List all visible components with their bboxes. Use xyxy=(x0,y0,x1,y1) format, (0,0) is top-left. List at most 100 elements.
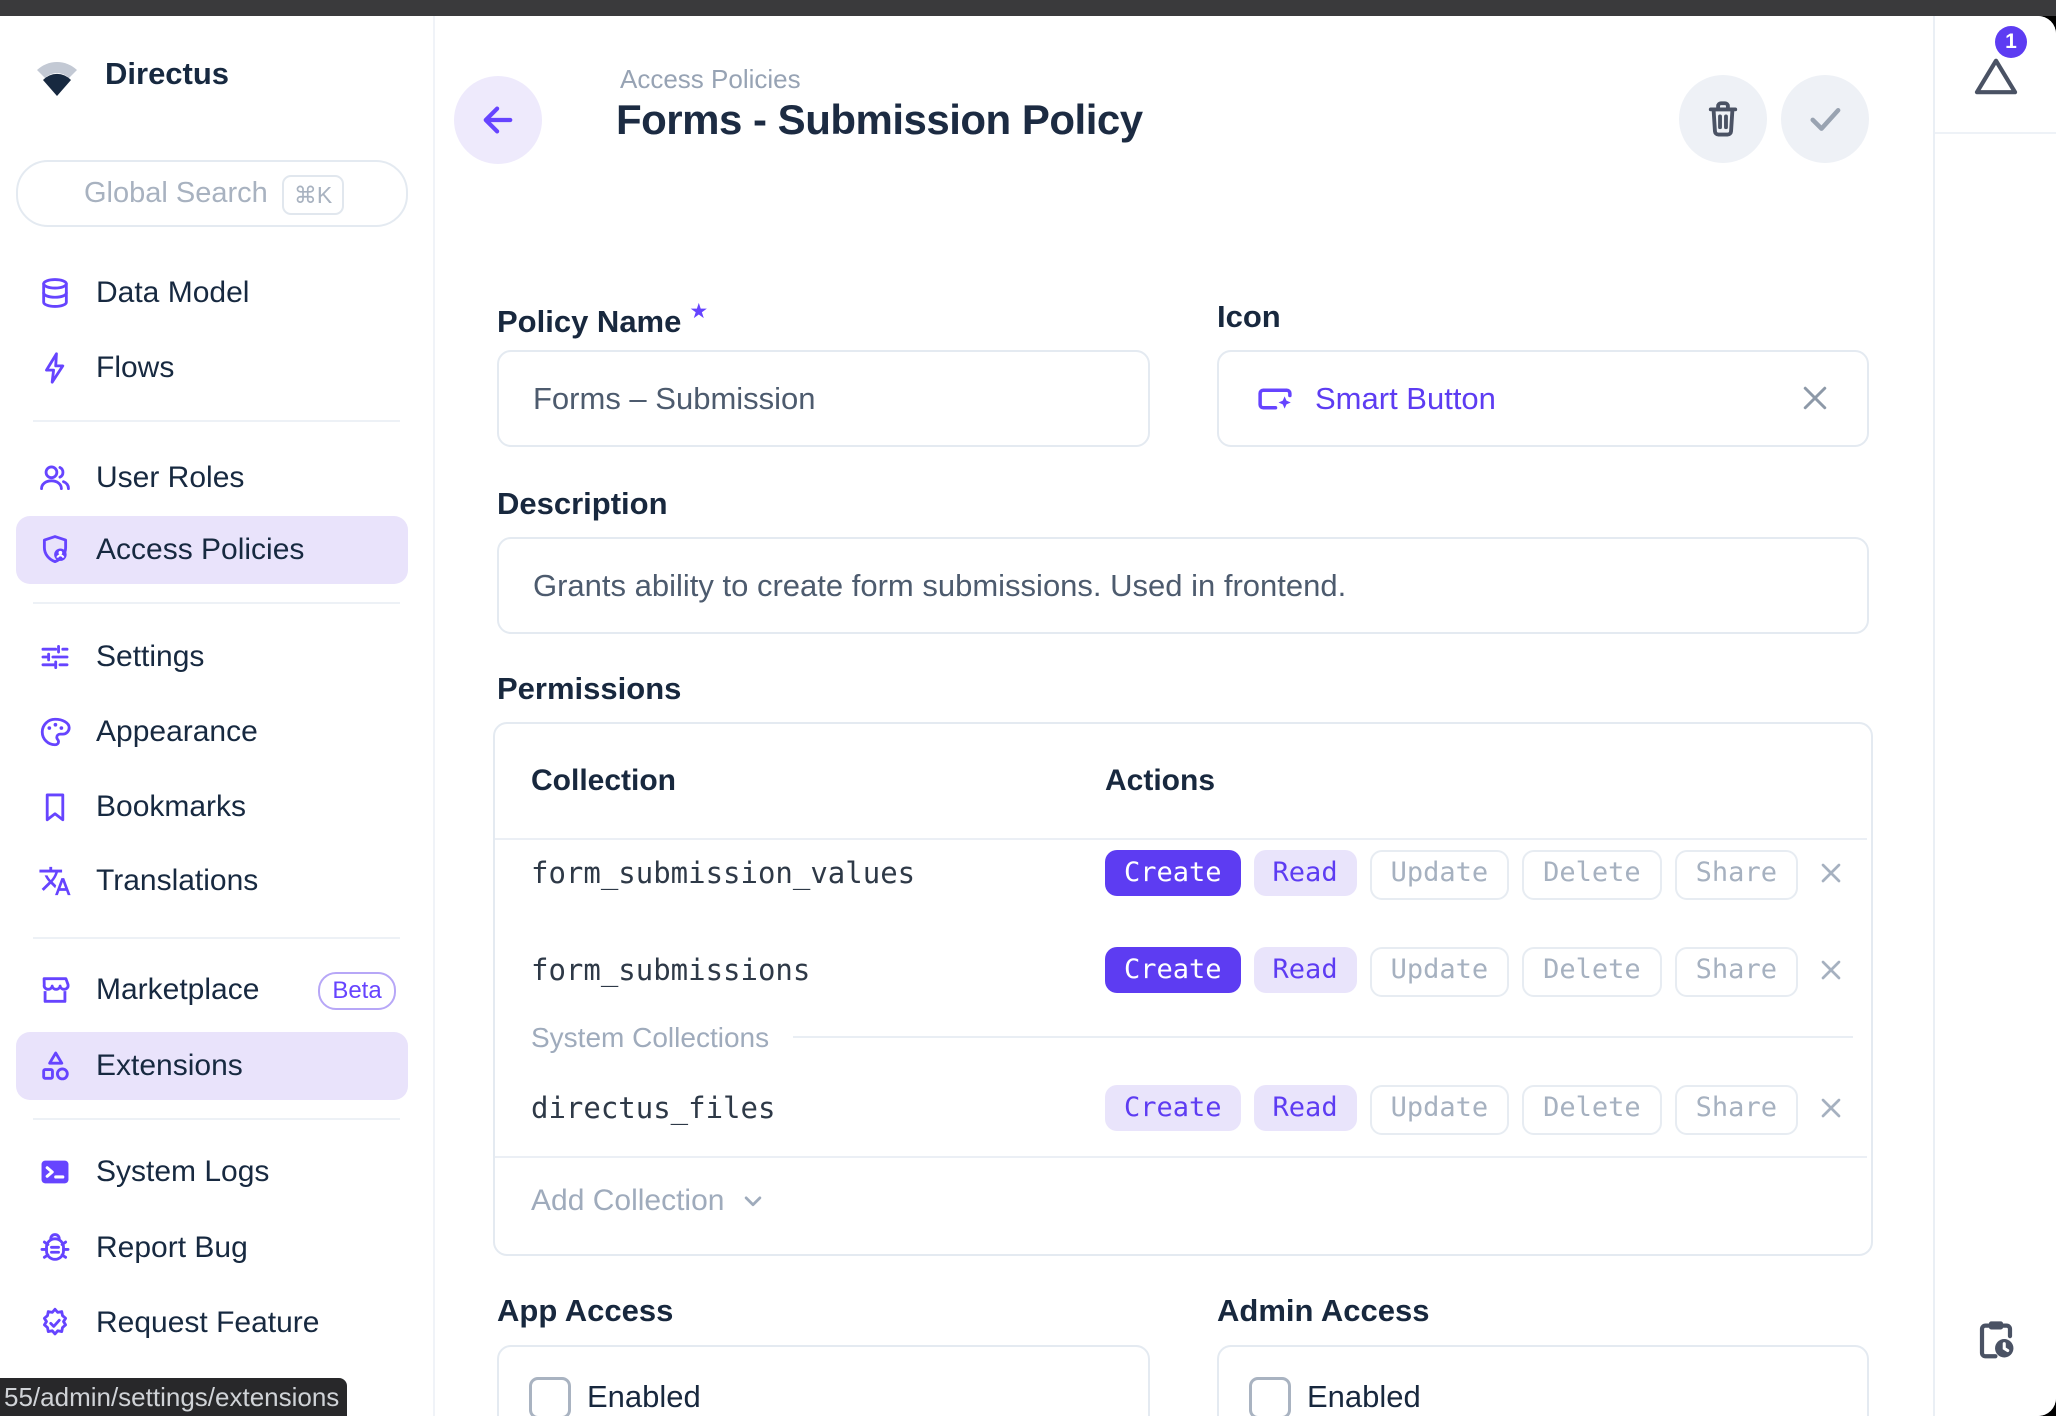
sidebar-item-label: Translations xyxy=(96,847,258,915)
sidebar-item-extensions[interactable]: Extensions xyxy=(16,1032,408,1100)
sidebar-item-system-logs[interactable]: System Logs xyxy=(16,1138,408,1206)
sidebar-item-appearance[interactable]: Appearance xyxy=(16,698,408,766)
sidebar-divider xyxy=(33,937,400,939)
sidebar-item-marketplace[interactable]: Marketplace Beta xyxy=(16,956,408,1024)
action-pill-share[interactable]: Share xyxy=(1675,1085,1798,1135)
sidebar-item-report-bug[interactable]: Report Bug xyxy=(16,1214,408,1282)
search-placeholder: Global Search xyxy=(84,177,268,210)
search-shortcut-badge: ⌘K xyxy=(282,175,344,215)
sidebar-item-data-model[interactable]: Data Model xyxy=(16,259,408,327)
add-collection-button[interactable]: Add Collection xyxy=(531,1184,768,1218)
admin-access-enabled-checkbox[interactable] xyxy=(1249,1377,1291,1416)
sidebar-item-label: Bookmarks xyxy=(96,773,246,841)
action-pill-delete[interactable]: Delete xyxy=(1522,1085,1662,1135)
database-icon xyxy=(38,276,72,310)
column-header-actions: Actions xyxy=(1105,764,1215,798)
sidebar-item-label: Request Feature xyxy=(96,1289,319,1357)
page-title: Forms - Submission Policy xyxy=(616,96,1143,144)
notification-count-badge: 1 xyxy=(1995,26,2027,58)
sidebar-item-translations[interactable]: Translations xyxy=(16,847,408,915)
action-pill-share[interactable]: Share xyxy=(1675,850,1798,900)
sidebar-item-settings[interactable]: Settings xyxy=(16,623,408,691)
sidebar-divider xyxy=(33,602,400,604)
bug-icon xyxy=(38,1231,72,1265)
sidebar-divider xyxy=(33,1118,400,1120)
action-pill-update[interactable]: Update xyxy=(1370,850,1510,900)
action-pill-update[interactable]: Update xyxy=(1370,947,1510,997)
sidebar-item-flows[interactable]: Flows xyxy=(16,334,408,402)
app-access-label: App Access xyxy=(497,1293,673,1329)
clear-icon-button[interactable] xyxy=(1797,380,1833,416)
sidebar-item-label: Report Bug xyxy=(96,1214,248,1282)
collection-name: form_submission_values xyxy=(531,856,915,890)
table-row-actions: Create Read Update Delete Share xyxy=(1105,850,1798,900)
icon-label: Icon xyxy=(1217,299,1281,335)
sidebar-item-label: Data Model xyxy=(96,259,249,327)
shapes-icon xyxy=(38,1049,72,1083)
sidebar-item-label: Settings xyxy=(96,623,204,691)
column-header-collection: Collection xyxy=(531,764,676,798)
notifications-button[interactable] xyxy=(1973,56,2019,96)
delete-policy-button[interactable] xyxy=(1679,75,1767,163)
right-rail: 1 xyxy=(1933,16,2056,1416)
app-window: Directus Global Search ⌘K Data Model Flo… xyxy=(0,16,2056,1416)
action-pill-create[interactable]: Create xyxy=(1105,850,1241,896)
palette-icon xyxy=(38,715,72,749)
permissions-table: Collection Actions form_submission_value… xyxy=(493,722,1873,1256)
sidebar-divider xyxy=(33,420,400,422)
window-top-strip xyxy=(0,0,2056,16)
action-pill-create[interactable]: Create xyxy=(1105,1085,1241,1131)
clipboard-clock-button[interactable] xyxy=(1973,1317,2019,1363)
terminal-icon xyxy=(38,1155,72,1189)
collection-name: directus_files xyxy=(531,1091,775,1125)
policy-name-input[interactable]: Forms – Submission xyxy=(497,350,1150,447)
permissions-label: Permissions xyxy=(497,671,681,707)
required-star-icon: ★ xyxy=(689,300,708,323)
sidebar-item-bookmarks[interactable]: Bookmarks xyxy=(16,773,408,841)
icon-input[interactable]: Smart Button xyxy=(1217,350,1869,447)
action-pill-share[interactable]: Share xyxy=(1675,947,1798,997)
app-name: Directus xyxy=(105,56,229,92)
directus-app: Directus Global Search ⌘K Data Model Flo… xyxy=(0,0,2056,1416)
sidebar: Directus Global Search ⌘K Data Model Flo… xyxy=(0,16,435,1416)
translate-icon xyxy=(38,864,72,898)
sidebar-item-user-roles[interactable]: User Roles xyxy=(16,444,408,512)
table-divider xyxy=(495,1156,1867,1158)
global-search-input[interactable]: Global Search ⌘K xyxy=(16,160,408,227)
system-collections-divider-label: System Collections xyxy=(531,1022,769,1054)
save-button[interactable] xyxy=(1781,75,1869,163)
sidebar-item-label: Flows xyxy=(96,334,174,402)
table-row-actions: Create Read Update Delete Share xyxy=(1105,947,1798,997)
action-pill-delete[interactable]: Delete xyxy=(1522,850,1662,900)
table-divider xyxy=(495,838,1867,840)
system-collections-divider-line xyxy=(793,1036,1853,1038)
app-access-enabled-checkbox[interactable] xyxy=(529,1377,571,1416)
verified-badge-icon xyxy=(38,1306,72,1340)
remove-row-icon[interactable] xyxy=(1815,954,1847,986)
sidebar-item-label: System Logs xyxy=(96,1138,269,1206)
back-button[interactable] xyxy=(454,76,542,164)
right-rail-top-section: 1 xyxy=(1935,16,2056,134)
sidebar-item-label: Appearance xyxy=(96,698,258,766)
breadcrumb[interactable]: Access Policies xyxy=(620,64,801,95)
admin-access-box: Enabled xyxy=(1217,1345,1869,1416)
admin-access-enabled-label: Enabled xyxy=(1307,1377,1421,1416)
action-pill-delete[interactable]: Delete xyxy=(1522,947,1662,997)
policy-name-label: Policy Name★ xyxy=(497,299,708,340)
action-pill-update[interactable]: Update xyxy=(1370,1085,1510,1135)
action-pill-read[interactable]: Read xyxy=(1254,850,1357,896)
action-pill-read[interactable]: Read xyxy=(1254,1085,1357,1131)
action-pill-read[interactable]: Read xyxy=(1254,947,1357,993)
action-pill-create[interactable]: Create xyxy=(1105,947,1241,993)
description-input[interactable]: Grants ability to create form submission… xyxy=(497,537,1869,634)
sidebar-item-access-policies[interactable]: Access Policies xyxy=(16,516,408,584)
bolt-icon xyxy=(38,351,72,385)
bookmark-icon xyxy=(38,790,72,824)
sidebar-item-request-feature[interactable]: Request Feature xyxy=(16,1289,408,1357)
remove-row-icon[interactable] xyxy=(1815,857,1847,889)
app-access-enabled-label: Enabled xyxy=(587,1377,701,1416)
remove-row-icon[interactable] xyxy=(1815,1092,1847,1124)
description-label: Description xyxy=(497,486,668,522)
smart-button-icon xyxy=(1253,378,1297,420)
shield-user-icon xyxy=(38,533,72,567)
